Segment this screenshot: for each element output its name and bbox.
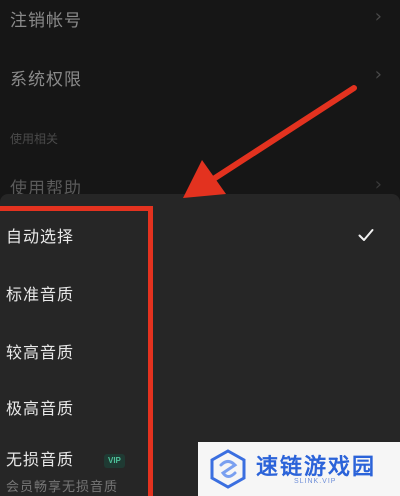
chevron-right-icon: ›	[374, 64, 382, 85]
checkmark-icon	[358, 229, 374, 241]
watermark: 速链游戏园 SLINK.VIP	[198, 442, 400, 496]
watermark-title: 速链游戏园	[256, 455, 377, 480]
highlight-box	[0, 206, 153, 496]
settings-row-label: 注销帐号	[10, 11, 82, 31]
chevron-right-icon: ›	[374, 6, 382, 27]
chevron-right-icon: ›	[374, 174, 382, 195]
screen: 注销帐号 › 系统权限 › 使用相关 使用帮助 › 自动选择 标准音质 较高音质…	[0, 0, 400, 496]
watermark-logo-icon	[210, 449, 246, 489]
settings-row-cancel-account[interactable]: 注销帐号 ›	[0, 0, 400, 36]
settings-row-label: 系统权限	[10, 70, 82, 90]
watermark-subtitle: SLINK.VIP	[294, 478, 337, 485]
section-header: 使用相关	[10, 132, 59, 146]
settings-row-system-permissions[interactable]: 系统权限 ›	[0, 54, 400, 98]
